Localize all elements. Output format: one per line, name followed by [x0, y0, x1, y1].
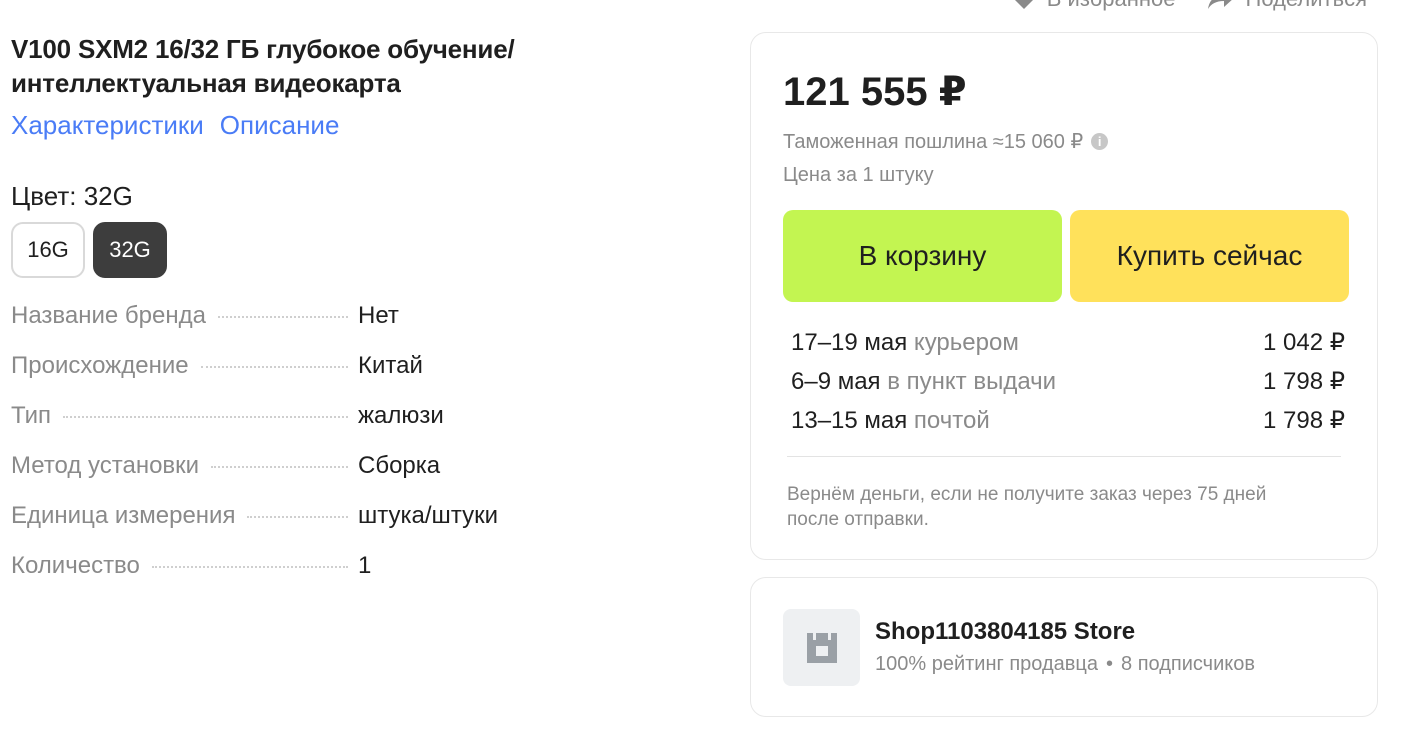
section-links: Характеристики Описание	[11, 110, 711, 141]
spec-key: Название бренда	[11, 302, 206, 329]
product-price: 121 555 ₽	[783, 70, 967, 114]
description-link[interactable]: Описание	[220, 110, 340, 141]
favorite-label: В избранное	[1047, 0, 1176, 12]
seller-card[interactable]: Shop1103804185 Store 100% рейтинг продав…	[750, 577, 1378, 717]
delivery-price: 1 042 ₽	[1263, 329, 1345, 356]
dotted-leader	[200, 366, 348, 368]
delivery-date: 13–15 мая	[791, 406, 908, 434]
spec-row: Происхождение Китай	[11, 352, 711, 402]
spec-row: Тип жалюзи	[11, 402, 711, 452]
spec-key: Метод установки	[11, 452, 200, 479]
delivery-method: курьером	[913, 328, 1019, 356]
dotted-leader	[217, 316, 348, 318]
share-icon	[1206, 0, 1236, 11]
refund-note: Вернём деньги, если не получите заказ че…	[787, 484, 1267, 530]
seller-name[interactable]: Shop1103804185 Store	[875, 618, 1135, 646]
share-label: Поделиться	[1246, 0, 1367, 12]
spec-key: Количество	[11, 552, 140, 579]
buy-now-button[interactable]: Купить сейчас	[1070, 210, 1349, 302]
price-card: 121 555 ₽ Таможенная пошлина ≈15 060 ₽ i…	[750, 32, 1378, 560]
delivery-date: 17–19 мая	[791, 328, 908, 356]
dotted-leader	[247, 516, 348, 518]
customs-duty-text: Таможенная пошлина ≈15 060 ₽	[783, 131, 1084, 153]
divider	[787, 456, 1341, 457]
share-button[interactable]: Поделиться	[1206, 0, 1367, 12]
delivery-option: 17–19 мая курьером 1 042 ₽	[791, 323, 1345, 362]
seller-meta: 100% рейтинг продавца • 8 подписчиков	[875, 653, 1255, 676]
spec-value: Нет	[358, 302, 399, 329]
spec-list: Название бренда Нет Происхождение Китай …	[11, 302, 711, 602]
dotted-leader	[63, 416, 348, 418]
spec-row: Количество 1	[11, 552, 711, 602]
store-icon	[783, 609, 860, 686]
delivery-method: в пункт выдачи	[887, 367, 1057, 395]
spec-value: жалюзи	[358, 402, 444, 429]
spec-value: Сборка	[358, 452, 441, 479]
spec-value: Китай	[358, 352, 423, 379]
delivery-option: 13–15 мая почтой 1 798 ₽	[791, 401, 1345, 440]
color-label: Цвет: 32G	[11, 181, 133, 211]
delivery-price: 1 798 ₽	[1263, 368, 1345, 395]
delivery-method: почтой	[913, 406, 990, 434]
variant-option-32g[interactable]: 32G	[93, 222, 167, 278]
delivery-date: 6–9 мая	[791, 367, 881, 395]
heart-icon	[1011, 0, 1037, 11]
spec-row: Метод установки Сборка	[11, 452, 711, 502]
delivery-options: 17–19 мая курьером 1 042 ₽ 6–9 мая в пун…	[791, 323, 1345, 440]
seller-rating: 100% рейтинг продавца	[875, 653, 1098, 675]
spec-value: штука/штуки	[358, 502, 498, 529]
separator-dot: •	[1106, 653, 1114, 675]
favorite-button[interactable]: В избранное	[1011, 0, 1176, 12]
variant-option-16g[interactable]: 16G	[11, 222, 85, 278]
product-title: V100 SXM2 16/32 ГБ глубокое обучение/ ин…	[11, 34, 515, 98]
spec-key: Происхождение	[11, 352, 189, 379]
price-per-unit: Цена за 1 штуку	[783, 164, 934, 186]
variant-selector: 16G 32G	[11, 222, 711, 278]
spec-row: Единица измерения штука/штуки	[11, 502, 711, 552]
spec-key: Единица измерения	[11, 502, 236, 529]
spec-value: 1	[358, 552, 372, 579]
dotted-leader	[151, 566, 348, 568]
dotted-leader	[211, 466, 348, 468]
info-icon[interactable]: i	[1091, 133, 1109, 150]
add-to-cart-button[interactable]: В корзину	[783, 210, 1062, 302]
product-details: V100 SXM2 16/32 ГБ глубокое обучение/ ин…	[11, 32, 711, 602]
customs-duty: Таможенная пошлина ≈15 060 ₽ i	[783, 129, 1109, 154]
delivery-price: 1 798 ₽	[1263, 407, 1345, 434]
top-actions: В избранное Поделиться	[1011, 0, 1367, 12]
characteristics-link[interactable]: Характеристики	[11, 110, 204, 141]
spec-row: Название бренда Нет	[11, 302, 711, 352]
delivery-option: 6–9 мая в пункт выдачи 1 798 ₽	[791, 362, 1345, 401]
seller-subscribers: 8 подписчиков	[1121, 653, 1255, 675]
spec-key: Тип	[11, 402, 52, 429]
